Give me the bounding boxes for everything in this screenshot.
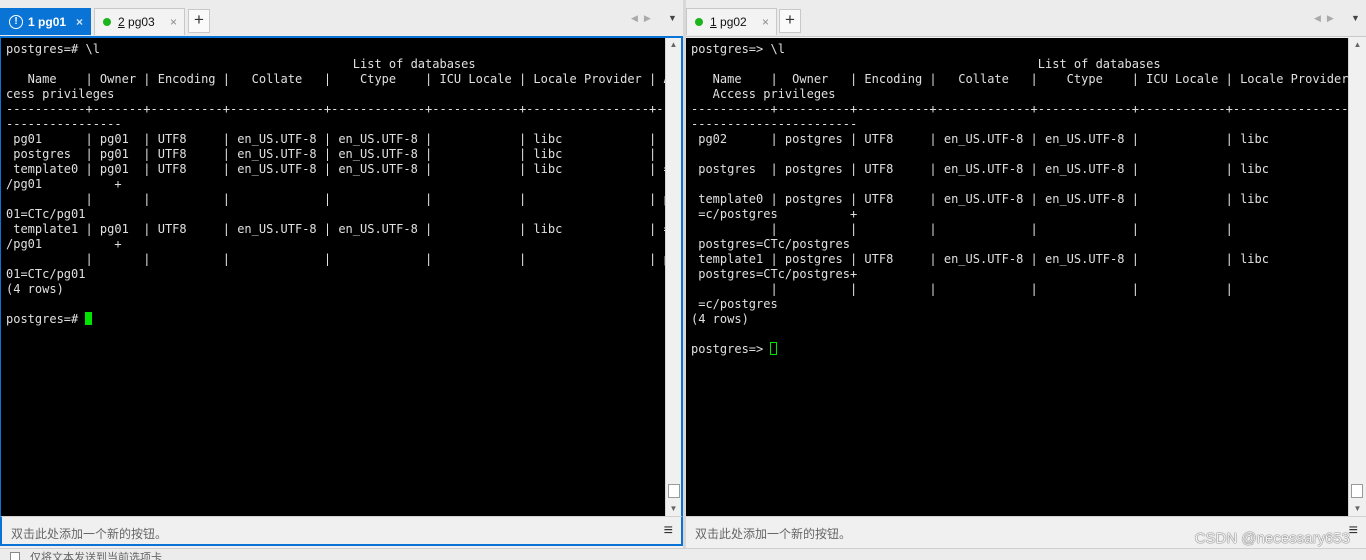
terminal-line: postgres | postgres | UTF8 | en_US.UTF-8…	[698, 162, 1269, 176]
menu-icon[interactable]: ≡	[664, 523, 673, 539]
terminal-line: -----------+----------+----------+------…	[691, 102, 1348, 116]
tab-label: pg01	[38, 15, 67, 29]
terminal-line: Access privileges	[712, 87, 836, 101]
terminal-output: postgres=# \l List of databases Name | O…	[6, 42, 665, 296]
left-scrollbar[interactable]: ▲ ▼	[665, 38, 683, 516]
terminal-line: /pg01 +	[6, 177, 122, 191]
terminal-line: -----------+-------+----------+---------…	[6, 102, 665, 116]
tab-scroll-arrows[interactable]: ◀▶	[631, 13, 657, 24]
tab-pg02[interactable]: 1 pg02 ×	[686, 8, 777, 35]
send-to-tab-checkbox[interactable]	[10, 552, 20, 560]
terminal-line: | | | | | | | pg	[85, 252, 665, 266]
terminal-line: template0 | pg01 | UTF8 | en_US.UTF-8 | …	[13, 162, 665, 176]
terminal-line: pg02 | postgres | UTF8 | en_US.UTF-8 | e…	[698, 132, 1269, 146]
add-button-hint[interactable]: 双击此处添加一个新的按钮。	[695, 525, 851, 542]
chevron-right-icon[interactable]: ▶	[1327, 13, 1340, 23]
watermark: CSDN @necessary653	[1194, 530, 1350, 547]
terminal-line: | | | | | | |	[770, 222, 1233, 236]
session-status-icon	[695, 18, 703, 26]
terminal-line: Name | Owner | Encoding | Collate | Ctyp…	[712, 72, 1348, 86]
right-tab-bar: 1 pg02 × + ◀▶ ▼	[686, 0, 1366, 37]
terminal-line: pg01 | pg01 | UTF8 | en_US.UTF-8 | en_US…	[13, 132, 657, 146]
tab-menu-dropdown-icon[interactable]: ▼	[668, 13, 677, 23]
terminal-line: postgres | pg01 | UTF8 | en_US.UTF-8 | e…	[13, 147, 657, 161]
terminal-line: =c/postgres	[698, 297, 778, 311]
new-tab-button[interactable]: +	[188, 9, 210, 33]
scroll-up-icon[interactable]: ▲	[1349, 38, 1366, 52]
terminal-line: List of databases	[352, 57, 476, 71]
scroll-thumb[interactable]	[1351, 484, 1363, 498]
terminal-line: | | | | | | | pg	[85, 192, 665, 206]
right-session-pane: 1 pg02 × + ◀▶ ▼ postgres=> \l List of da…	[686, 0, 1366, 548]
tab-pg03[interactable]: 2 pg03 ×	[94, 8, 185, 35]
terminal-line: List of databases	[1037, 57, 1161, 71]
chevron-left-icon[interactable]: ◀	[631, 13, 644, 23]
tab-menu-dropdown-icon[interactable]: ▼	[1351, 13, 1360, 23]
chevron-right-icon[interactable]: ▶	[644, 13, 657, 23]
scroll-up-icon[interactable]: ▲	[666, 38, 681, 52]
right-scrollbar[interactable]: ▲ ▼	[1348, 38, 1366, 516]
add-button-hint[interactable]: 双击此处添加一个新的按钮。	[11, 525, 167, 542]
terminal-line: template1 | pg01 | UTF8 | en_US.UTF-8 | …	[13, 222, 665, 236]
cursor	[770, 342, 778, 355]
tab-number: 1	[28, 15, 35, 29]
prompt: postgres=#	[6, 312, 86, 326]
terminal-output: postgres=> \l List of databases Name | O…	[691, 42, 1348, 326]
terminal-line: (4 rows)	[6, 282, 64, 296]
scroll-down-icon[interactable]: ▼	[1349, 502, 1366, 516]
close-icon[interactable]: ×	[170, 15, 177, 29]
terminal-line: postgres=> \l	[691, 42, 785, 56]
close-icon[interactable]: ×	[76, 15, 83, 29]
warning-icon: !	[9, 15, 23, 29]
xshell-window: ! 1 pg01 × 2 pg03 × + ◀▶ ▼ postgres=# \l	[0, 0, 1366, 560]
chevron-left-icon[interactable]: ◀	[1314, 13, 1327, 23]
close-icon[interactable]: ×	[762, 15, 769, 29]
scroll-down-icon[interactable]: ▼	[666, 502, 681, 516]
new-tab-button[interactable]: +	[779, 9, 801, 33]
compose-bar: 仅将文本发送到当前选项卡	[0, 548, 1366, 560]
tab-number: 2	[118, 15, 125, 29]
terminal-line: -----------------------	[691, 117, 858, 131]
terminal-line: postgres=CTc/postgres	[698, 237, 850, 251]
left-tab-bar: ! 1 pg01 × 2 pg03 × + ◀▶ ▼	[0, 0, 683, 38]
terminal-line: /pg01 +	[6, 237, 122, 251]
right-terminal[interactable]: postgres=> \l List of databases Name | O…	[686, 38, 1348, 516]
session-status-icon	[103, 18, 111, 26]
prompt: postgres=>	[691, 342, 771, 356]
terminal-line: ----------------	[6, 117, 122, 131]
terminal-line: Name | Owner | Encoding | Collate | Ctyp…	[27, 72, 665, 86]
terminal-line: | | | | | | |	[770, 282, 1233, 296]
tab-number: 1	[710, 15, 717, 29]
terminal-line: template1 | postgres | UTF8 | en_US.UTF-…	[698, 252, 1269, 266]
terminal-line: 01=CTc/pg01	[6, 207, 86, 221]
cursor	[85, 312, 93, 325]
tab-pg01[interactable]: ! 1 pg01 ×	[0, 8, 91, 35]
left-session-pane: ! 1 pg01 × 2 pg03 × + ◀▶ ▼ postgres=# \l	[0, 0, 683, 548]
left-terminal[interactable]: postgres=# \l List of databases Name | O…	[0, 38, 665, 516]
terminal-line: 01=CTc/pg01	[6, 267, 86, 281]
tab-label: pg03	[128, 15, 155, 29]
tab-scroll-arrows[interactable]: ◀▶	[1314, 13, 1340, 24]
terminal-line: (4 rows)	[691, 312, 749, 326]
scroll-thumb[interactable]	[668, 484, 680, 498]
tab-label: pg02	[720, 15, 747, 29]
left-button-bar[interactable]: 双击此处添加一个新的按钮。 ≡	[0, 516, 683, 546]
menu-icon[interactable]: ≡	[1349, 523, 1358, 539]
terminal-line: postgres=# \l	[6, 42, 100, 56]
terminal-line: =c/postgres +	[698, 207, 858, 221]
terminal-line: template0 | postgres | UTF8 | en_US.UTF-…	[698, 192, 1269, 206]
terminal-line: postgres=CTc/postgres+	[698, 267, 858, 281]
terminal-line: cess privileges	[6, 87, 115, 101]
compose-bar-label: 仅将文本发送到当前选项卡	[30, 552, 162, 560]
